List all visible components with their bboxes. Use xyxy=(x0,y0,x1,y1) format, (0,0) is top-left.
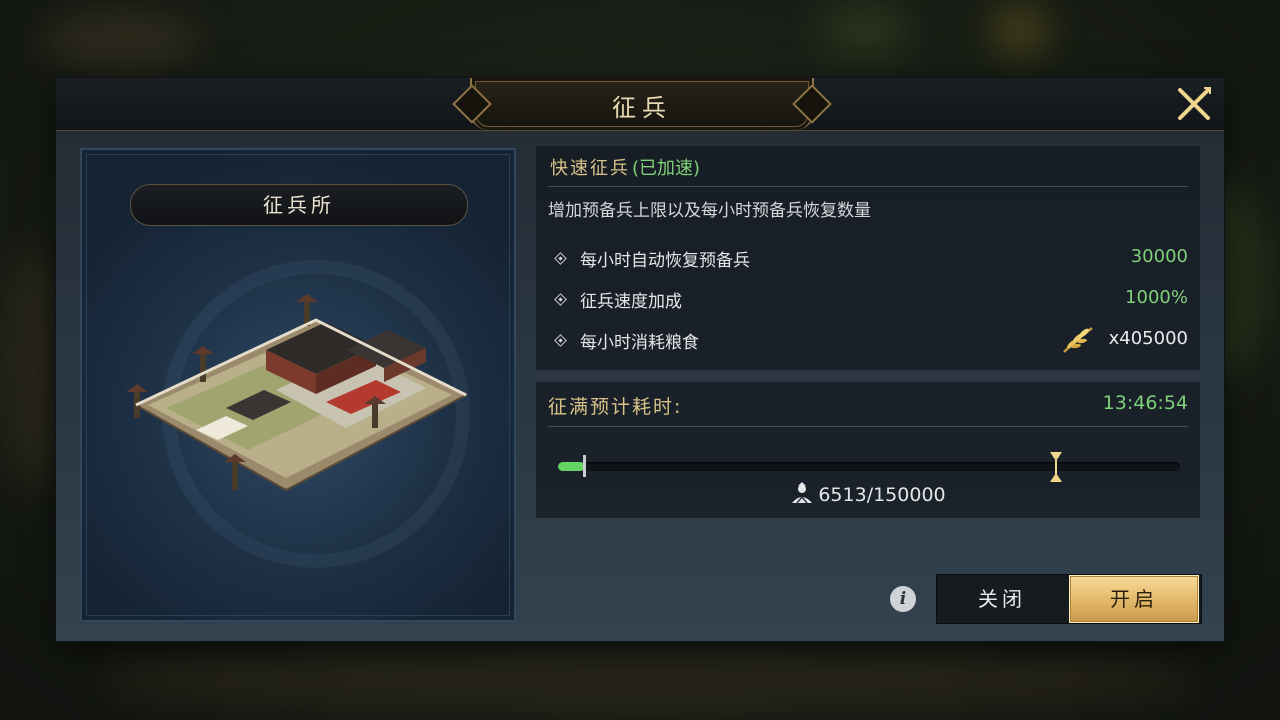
dialog-header: 征兵 xyxy=(56,78,1224,131)
divider xyxy=(548,186,1188,187)
divider xyxy=(548,426,1188,427)
bullet-icon xyxy=(554,293,567,306)
estimate-label: 征满预计耗时: xyxy=(548,396,683,418)
bullet-icon xyxy=(554,334,567,347)
grain-icon xyxy=(1063,327,1093,353)
target-marker-icon[interactable] xyxy=(1049,452,1062,482)
troop-count-row: 6513/150000 xyxy=(536,482,1200,506)
progress-cap xyxy=(583,455,586,477)
estimate-time: 13:46:54 xyxy=(1102,392,1188,414)
building-name: 征兵所 xyxy=(263,193,335,217)
stat-value: 1000% xyxy=(1125,287,1188,308)
soldier-icon xyxy=(792,482,813,504)
quick-recruit-title-text: 快速征兵 xyxy=(550,158,630,179)
open-button[interactable]: 开启 xyxy=(1069,575,1199,623)
quick-recruit-box: 快速征兵 (已加速) 增加预备兵上限以及每小时预备兵恢复数量 每小时自动恢复预备兵… xyxy=(536,146,1200,370)
stat-value: 30000 xyxy=(1130,246,1188,267)
bullet-icon xyxy=(554,252,567,265)
recruit-dialog: 征兵 征兵所 快速征兵 (已加速) 增加预备兵上限以及每小时预备兵恢复数量 每小… xyxy=(56,78,1224,641)
stat-row-grain-cost: 每小时消耗粮食 x405000 xyxy=(554,327,1188,356)
stat-row-reserve-recovery: 每小时自动恢复预备兵 30000 xyxy=(554,246,1188,274)
close-x-icon[interactable] xyxy=(1174,84,1214,124)
troop-progress-fill xyxy=(558,462,585,471)
barracks-building-image xyxy=(126,294,469,492)
troop-progress-bar xyxy=(558,452,1180,482)
troop-count: 6513/150000 xyxy=(818,484,946,506)
stat-label: 每小时消耗粮食 xyxy=(580,333,699,353)
building-panel: 征兵所 xyxy=(80,148,516,622)
info-icon[interactable]: i xyxy=(890,586,916,612)
stat-label: 每小时自动恢复预备兵 xyxy=(580,251,750,271)
quick-recruit-description: 增加预备兵上限以及每小时预备兵恢复数量 xyxy=(548,201,871,221)
accelerated-status: (已加速) xyxy=(632,158,701,179)
action-buttons: 关闭 开启 xyxy=(936,574,1202,624)
close-button[interactable]: 关闭 xyxy=(937,575,1067,623)
recruit-estimate-box: 征满预计耗时: 13:46:54 6513/150000 xyxy=(536,382,1200,518)
building-name-plate: 征兵所 xyxy=(130,184,468,226)
stat-row-recruit-speed: 征兵速度加成 1000% xyxy=(554,287,1188,315)
quick-recruit-title: 快速征兵 (已加速) xyxy=(550,154,700,180)
stat-value: x405000 xyxy=(1108,328,1188,349)
stat-label: 征兵速度加成 xyxy=(580,292,682,312)
dialog-title: 征兵 xyxy=(612,94,672,122)
title-plate: 征兵 xyxy=(470,78,814,130)
